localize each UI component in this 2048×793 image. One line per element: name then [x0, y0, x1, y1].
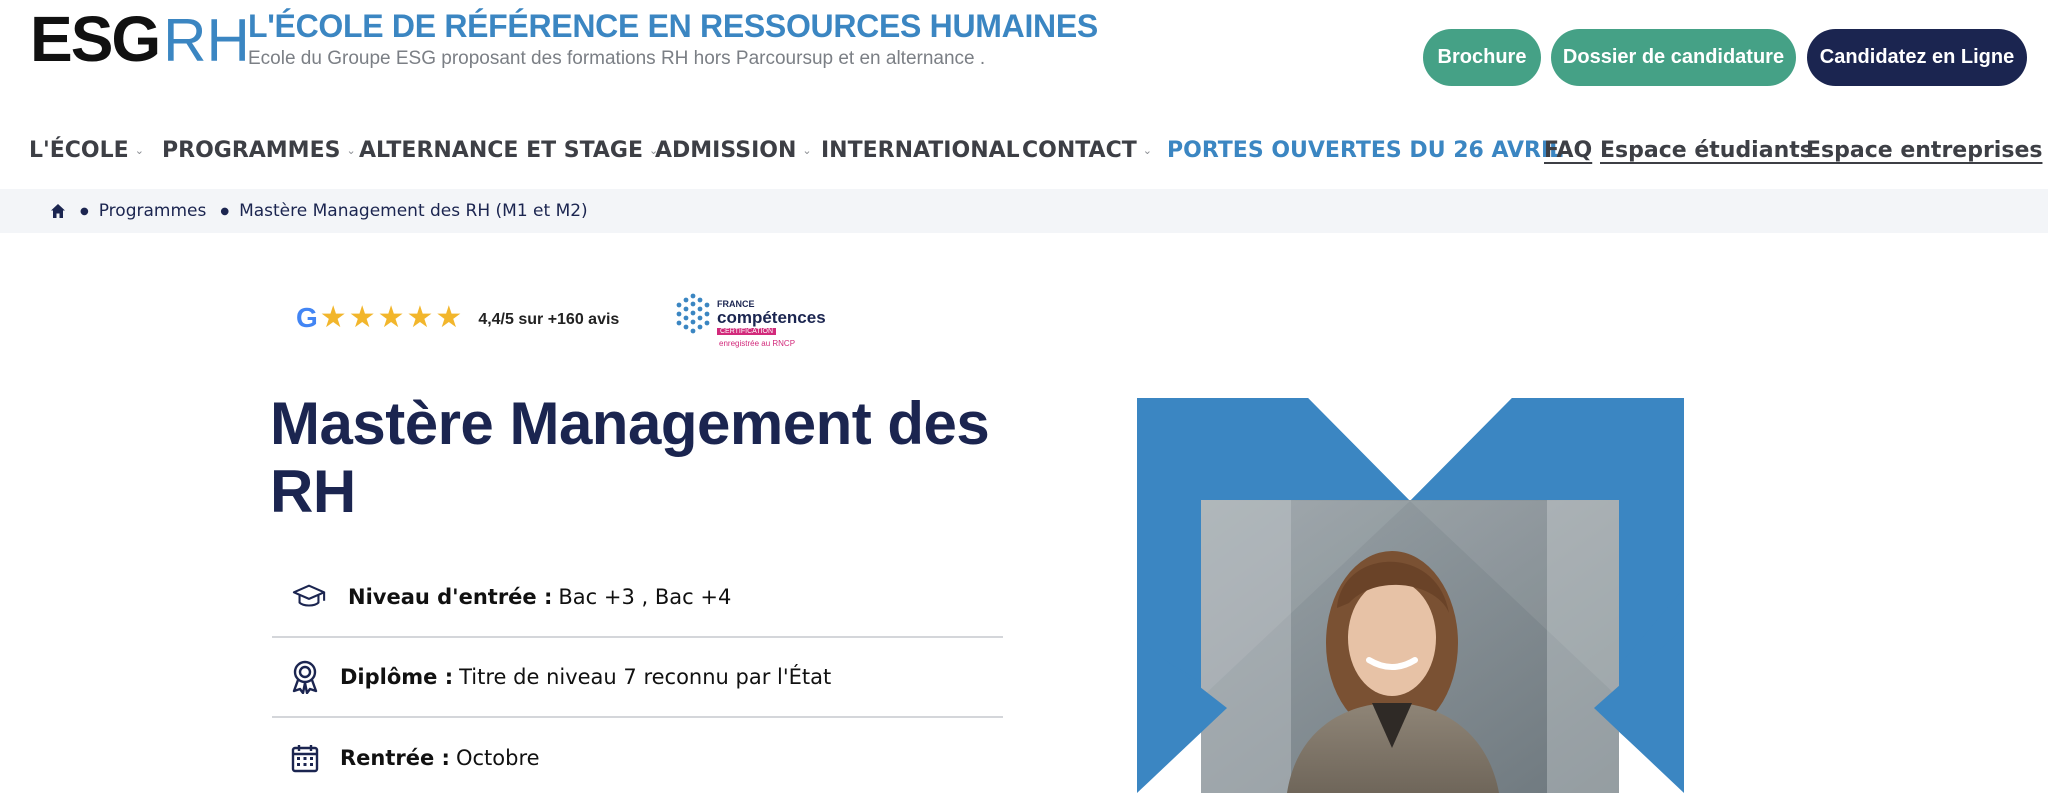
logo-rh-text: RH	[163, 7, 250, 74]
logo-esg-text: ESG	[30, 3, 161, 75]
info-value: Octobre	[455, 746, 540, 770]
application-file-button[interactable]: Dossier de candidature	[1551, 29, 1796, 86]
cert-competences-text: compétences	[717, 308, 826, 327]
nav-link-student-space[interactable]: Espace étudiants	[1600, 138, 1813, 163]
google-rating[interactable]: G ★ ★ ★ ★ ★ 4,4/5 sur +160 avis	[296, 302, 619, 334]
nav-link-label: FAQ	[1544, 138, 1593, 163]
nav-item-programmes[interactable]: PROGRAMMES ⌄	[162, 138, 356, 163]
nav-item-label: ADMISSION	[655, 138, 797, 163]
star-icon: ★	[377, 301, 405, 334]
breadcrumb-separator: ●	[220, 205, 230, 217]
star-icon: ★	[319, 301, 347, 334]
rating-stars: ★ ★ ★ ★ ★	[320, 303, 465, 333]
program-hero-image	[1137, 398, 1684, 793]
award-icon	[288, 660, 322, 694]
chevron-down-icon: ⌄	[1142, 144, 1152, 157]
cert-certification-badge: CERTIFICATION	[717, 328, 777, 335]
nav-link-faq[interactable]: FAQ	[1544, 138, 1592, 163]
chevron-down-icon: ⌄	[802, 144, 812, 157]
school-tagline-title: L'ÉCOLE DE RÉFÉRENCE EN RESSOURCES HUMAI…	[248, 8, 1098, 44]
page-title: Mastère Management des RH	[270, 390, 990, 525]
nav-link-label: Espace entreprises	[1806, 138, 2043, 163]
home-icon[interactable]	[50, 203, 66, 219]
info-label: Niveau d'entrée :	[348, 585, 553, 609]
breadcrumb-separator: ●	[80, 205, 89, 217]
info-value: Titre de niveau 7 reconnu par l'État	[459, 665, 832, 689]
nav-item-label: CONTACT	[1022, 138, 1137, 163]
chevron-down-icon: ⌄	[346, 144, 356, 157]
nav-item-international[interactable]: INTERNATIONAL	[821, 138, 1020, 163]
chevron-down-icon: ⌄	[134, 144, 144, 157]
nav-item-label: L'ÉCOLE	[29, 138, 129, 163]
nav-item-label: INTERNATIONAL	[821, 138, 1020, 163]
star-icon: ★	[435, 301, 463, 334]
rating-text: 4,4/5 sur +160 avis	[478, 311, 620, 328]
france-competences-dots-icon	[676, 293, 710, 334]
program-info-list: Niveau d'entrée : Bac +3 , Bac +4 Diplôm…	[272, 558, 1003, 793]
info-value: Bac +3 , Bac +4	[558, 585, 732, 609]
main-navigation: L'ÉCOLE ⌄ PROGRAMMES ⌄ ALTERNANCE ET STAGE…	[0, 130, 2048, 172]
info-row-intake: Rentrée : Octobre	[272, 718, 1003, 793]
nav-link-company-space[interactable]: Espace entreprises	[1806, 138, 2042, 163]
school-tagline-subtitle: Ecole du Groupe ESG proposant des format…	[248, 48, 986, 69]
graduation-cap-icon	[292, 580, 326, 614]
nav-item-label: PORTES OUVERTES DU 26 AVRIL	[1167, 138, 1564, 163]
apply-online-button[interactable]: Candidatez en Ligne	[1807, 29, 2027, 86]
breadcrumb-item-programmes[interactable]: Programmes	[99, 201, 207, 221]
nav-item-open-days[interactable]: PORTES OUVERTES DU 26 AVRIL	[1167, 138, 1563, 163]
brochure-button[interactable]: Brochure	[1423, 29, 1541, 86]
nav-item-label: PROGRAMMES	[162, 138, 341, 163]
nav-link-label: Espace étudiants	[1600, 138, 1813, 163]
site-logo[interactable]: ESG RH	[30, 3, 250, 75]
cert-rncp-text: enregistrée au RNCP	[719, 339, 796, 348]
breadcrumb-item-current: Mastère Management des RH (M1 et M2)	[239, 201, 588, 221]
info-label: Diplôme :	[340, 665, 454, 689]
star-icon: ★	[348, 301, 376, 334]
star-icon: ★	[406, 301, 434, 334]
nav-item-label: ALTERNANCE ET STAGE	[359, 138, 644, 163]
google-icon: G	[296, 302, 318, 333]
calendar-icon	[288, 741, 322, 775]
info-row-entry-level: Niveau d'entrée : Bac +3 , Bac +4	[272, 558, 1003, 638]
breadcrumb: ● Programmes ● Mastère Management des RH…	[0, 189, 2048, 233]
nav-item-ecole[interactable]: L'ÉCOLE ⌄	[29, 138, 144, 163]
france-competences-logo: FRANCE compétences CERTIFICATION enregis…	[673, 292, 826, 352]
nav-item-admission[interactable]: ADMISSION ⌄	[655, 138, 812, 163]
nav-item-alternance[interactable]: ALTERNANCE ET STAGE ⌄	[359, 138, 658, 163]
info-label: Rentrée :	[340, 746, 450, 770]
nav-item-contact[interactable]: CONTACT ⌄	[1022, 138, 1152, 163]
hero-illustration	[1137, 398, 1684, 793]
info-row-diploma: Diplôme : Titre de niveau 7 reconnu par …	[272, 638, 1003, 718]
